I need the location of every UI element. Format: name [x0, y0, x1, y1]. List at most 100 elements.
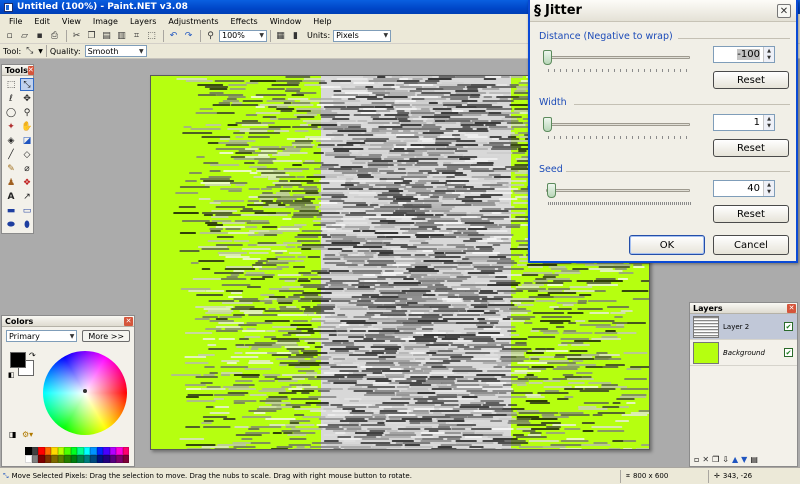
pan-icon[interactable]: ✋	[20, 120, 34, 133]
undo-icon[interactable]: ↶	[167, 29, 180, 42]
width-spinner[interactable]: ▲ ▼	[763, 115, 774, 130]
seed-slider[interactable]	[546, 189, 690, 192]
paste-new-icon[interactable]: ▥	[115, 29, 128, 42]
cut-icon[interactable]: ✂	[70, 29, 83, 42]
layer-properties-icon[interactable]: ▤	[750, 455, 758, 464]
color-picker-icon[interactable]: ⌀	[20, 162, 34, 175]
palette-options-icon[interactable]: ⚙▾	[22, 430, 33, 439]
rectangle-icon[interactable]: ▬	[4, 204, 18, 217]
recolor-icon[interactable]: ❖	[20, 176, 34, 189]
rounded-rectangle-icon[interactable]: ▭	[20, 204, 34, 217]
menu-view[interactable]: View	[56, 17, 87, 26]
deselect-icon[interactable]: ⬚	[145, 29, 158, 42]
duplicate-layer-icon[interactable]: ❐	[712, 455, 719, 464]
units-label: Units:	[307, 31, 331, 40]
distance-slider-thumb[interactable]	[543, 50, 552, 65]
print-icon[interactable]: ⎙	[48, 29, 61, 42]
color-mode-combo[interactable]: Primary ▼	[6, 330, 78, 342]
zoom-tool-icon[interactable]: ⚲	[20, 106, 34, 119]
close-icon[interactable]: ✕	[787, 303, 796, 313]
color-palette[interactable]	[25, 447, 129, 463]
units-combo[interactable]: Pixels ▼	[333, 29, 392, 42]
quality-combo[interactable]: Smooth ▼	[84, 45, 147, 57]
chevron-down-icon[interactable]: ▼	[38, 48, 43, 55]
add-layer-icon[interactable]: ▫	[694, 455, 699, 464]
merge-layer-icon[interactable]: ⇩	[722, 455, 729, 464]
tools-panel-title[interactable]: Tools ✕	[2, 65, 34, 76]
menu-edit[interactable]: Edit	[28, 17, 56, 26]
layers-panel-title[interactable]: Layers ✕	[690, 303, 797, 314]
zoom-combo[interactable]: 100% ▼	[219, 29, 267, 42]
width-slider-thumb[interactable]	[543, 117, 552, 132]
ellipse-select-icon[interactable]: ◯	[4, 106, 18, 119]
menu-layers[interactable]: Layers	[124, 17, 162, 26]
move-tool-icon[interactable]: ⤡	[23, 45, 36, 58]
save-icon[interactable]: ▪	[33, 29, 46, 42]
seed-input[interactable]: 40 ▲ ▼	[713, 180, 775, 197]
width-input[interactable]: 1 ▲ ▼	[713, 114, 775, 131]
redo-icon[interactable]: ↷	[182, 29, 195, 42]
close-icon[interactable]: ✕	[27, 65, 34, 75]
layer-visibility-checkbox[interactable]: ✔	[784, 322, 793, 331]
move-layer-down-icon[interactable]: ▼	[741, 455, 747, 464]
close-icon[interactable]: ✕	[777, 4, 791, 18]
cancel-button[interactable]: Cancel	[713, 235, 789, 255]
paste-icon[interactable]: ▤	[100, 29, 113, 42]
width-reset-button[interactable]: Reset	[713, 139, 789, 157]
width-slider[interactable]	[546, 123, 690, 126]
status-bar: ⤡ Move Selected Pixels: Drag the selecti…	[0, 467, 800, 484]
reset-colors-icon[interactable]: ◧	[8, 371, 15, 379]
layer-row-layer-2[interactable]: Layer 2 ✔	[690, 314, 797, 340]
delete-layer-icon[interactable]: ✕	[702, 455, 709, 464]
primary-color-swatch[interactable]	[10, 352, 26, 368]
paintbrush-icon[interactable]: ╱	[4, 148, 18, 161]
copy-icon[interactable]: ❐	[85, 29, 98, 42]
seed-value: 40	[747, 183, 760, 194]
menu-window[interactable]: Window	[264, 17, 308, 26]
pencil-icon[interactable]: ✎	[4, 162, 18, 175]
swap-colors-icon[interactable]: ↷	[29, 351, 36, 360]
new-file-icon[interactable]: ▫	[3, 29, 16, 42]
close-icon[interactable]: ✕	[124, 316, 133, 326]
ok-button[interactable]: OK	[629, 235, 705, 255]
paint-bucket-icon[interactable]: ◈	[4, 134, 18, 147]
menu-adjustments[interactable]: Adjustments	[162, 17, 224, 26]
seed-slider-thumb[interactable]	[547, 183, 557, 198]
clone-stamp-icon[interactable]: ♟	[4, 176, 18, 189]
dialog-titlebar[interactable]: § Jitter	[530, 0, 796, 22]
palette-menu-icon[interactable]: ◨	[9, 430, 17, 439]
eraser-icon[interactable]: ◇	[20, 148, 34, 161]
gradient-icon[interactable]: ◪	[20, 134, 34, 147]
menu-help[interactable]: Help	[307, 17, 337, 26]
menu-image[interactable]: Image	[87, 17, 124, 26]
layer-visibility-checkbox[interactable]: ✔	[784, 348, 793, 357]
crop-icon[interactable]: ⌗	[130, 29, 143, 42]
distance-input[interactable]: -100 ▲ ▼	[713, 46, 775, 63]
seed-reset-button[interactable]: Reset	[713, 205, 789, 223]
grid-icon[interactable]: ▦	[274, 29, 287, 42]
move-layer-up-icon[interactable]: ▲	[732, 455, 738, 464]
ellipse-icon[interactable]: ⬬	[4, 218, 18, 231]
move-selection-icon[interactable]: ⤡	[20, 78, 34, 91]
line-curve-icon[interactable]: ↗	[20, 190, 34, 203]
rectangle-select-icon[interactable]: ⬚	[4, 78, 18, 91]
rulers-icon[interactable]: ▮	[289, 29, 302, 42]
text-icon[interactable]: A	[4, 190, 18, 203]
move-selected-icon[interactable]: ✥	[20, 92, 34, 105]
colors-panel-title[interactable]: Colors ✕	[2, 316, 134, 327]
distance-reset-button[interactable]: Reset	[713, 71, 789, 89]
distance-spinner[interactable]: ▲ ▼	[763, 47, 774, 62]
menu-file[interactable]: File	[3, 17, 28, 26]
layer-row-background[interactable]: Background ✔	[690, 340, 797, 366]
lasso-icon[interactable]: ℓ	[4, 92, 18, 105]
seed-spinner[interactable]: ▲ ▼	[763, 181, 774, 196]
color-wheel[interactable]	[43, 351, 127, 435]
distance-slider[interactable]	[546, 56, 690, 59]
menu-effects[interactable]: Effects	[225, 17, 264, 26]
zoom-icon[interactable]: ⚲	[204, 29, 217, 42]
seed-ticks	[548, 202, 691, 205]
magic-wand-icon[interactable]: ✦	[4, 120, 18, 133]
open-folder-icon[interactable]: ▱	[18, 29, 31, 42]
freeform-shape-icon[interactable]: ⬮	[20, 218, 34, 231]
more-colors-button[interactable]: More >>	[82, 330, 130, 342]
